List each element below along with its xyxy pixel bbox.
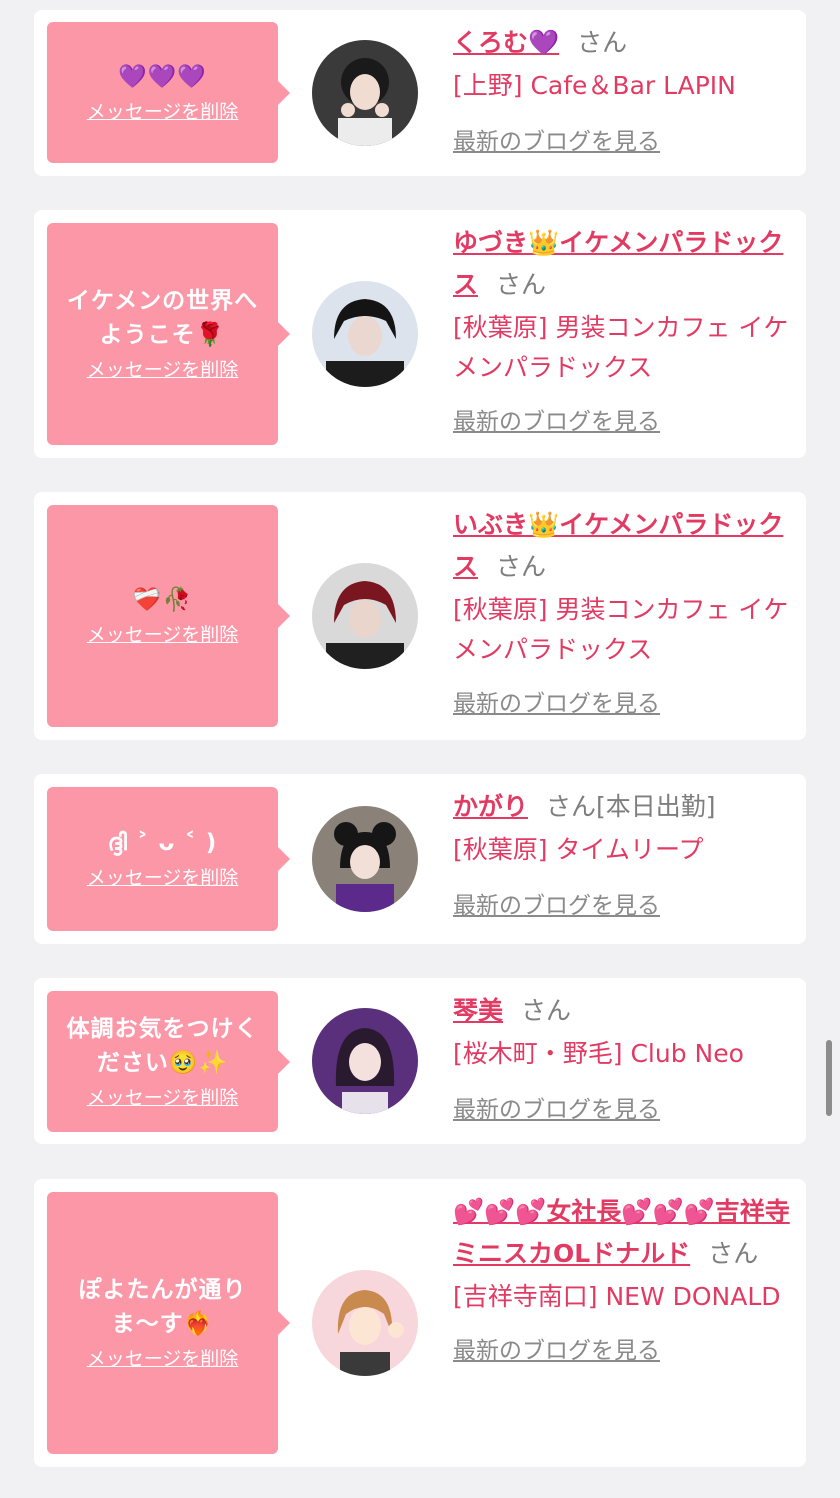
shop-label: [桜木町・野毛] Club Neo bbox=[453, 1039, 744, 1068]
latest-blog-link[interactable]: 最新のブログを見る bbox=[453, 886, 660, 920]
shop-label: [吉祥寺南口] NEW DONALD bbox=[453, 1282, 781, 1311]
message-bubble: 体調お気をつけください🥹✨ メッセージを削除 bbox=[47, 991, 290, 1132]
shop-label: [秋葉原] 男装コンカフェ イケメンパラドックス bbox=[453, 313, 789, 382]
cast-name-link[interactable]: かがり bbox=[453, 792, 528, 821]
cast-info: 💕💕💕女社長💕💕💕吉祥寺ミニスカOLドナルド さん [吉祥寺南口] NEW DON… bbox=[453, 1191, 798, 1365]
message-bubble: ❤️‍🩹🥀 メッセージを削除 bbox=[47, 505, 290, 727]
san-suffix: さん bbox=[708, 1239, 759, 1268]
latest-blog-link[interactable]: 最新のブログを見る bbox=[453, 402, 660, 436]
message-bubble: ぽよたんが通りま〜す❤️‍🔥 メッセージを削除 bbox=[47, 1192, 290, 1454]
message-card: ぽよたんが通りま〜す❤️‍🔥 メッセージを削除 💕💕💕女社長💕💕💕吉祥寺ミニスカ… bbox=[34, 1179, 806, 1467]
delete-message-link[interactable]: メッセージを削除 bbox=[87, 356, 239, 384]
message-bubble: イケメンの世界へようこそ🌹 メッセージを削除 bbox=[47, 223, 290, 445]
san-suffix: さん bbox=[546, 792, 597, 821]
delete-message-link[interactable]: メッセージを削除 bbox=[87, 864, 239, 892]
cast-name-link[interactable]: 琴美 bbox=[453, 996, 503, 1025]
name-line: かがり さん[本日出勤] bbox=[453, 786, 798, 828]
avatar[interactable] bbox=[312, 40, 418, 146]
message-card: ദ്ദി ˃ ᴗ ˂ ) メッセージを削除 かがり さん[本日出勤] [秋葉原] … bbox=[34, 774, 806, 944]
shop-label: [秋葉原] タイムリープ bbox=[453, 835, 704, 864]
san-suffix: さん bbox=[496, 270, 547, 299]
name-line: ゆづき👑イケメンパラドックス さん bbox=[453, 222, 798, 306]
message-text: イケメンの世界へようこそ🌹 bbox=[66, 288, 259, 348]
message-bubble: 💜💜💜 メッセージを削除 bbox=[47, 22, 290, 163]
latest-blog-link[interactable]: 最新のブログを見る bbox=[453, 122, 660, 156]
san-suffix: さん bbox=[577, 28, 628, 57]
san-suffix: さん bbox=[496, 552, 547, 581]
message-text: 体調お気をつけください🥹✨ bbox=[66, 1015, 259, 1076]
message-card: ❤️‍🩹🥀 メッセージを削除 いぶき👑イケメンパラドックス さん [秋葉原] 男装… bbox=[34, 492, 806, 740]
name-line: 琴美 さん bbox=[453, 990, 798, 1032]
avatar[interactable] bbox=[312, 1008, 418, 1114]
name-line: 💕💕💕女社長💕💕💕吉祥寺ミニスカOLドナルド さん bbox=[453, 1191, 798, 1275]
delete-message-link[interactable]: メッセージを削除 bbox=[87, 1084, 239, 1112]
delete-message-link[interactable]: メッセージを削除 bbox=[87, 98, 239, 126]
latest-blog-link[interactable]: 最新のブログを見る bbox=[453, 1331, 660, 1365]
latest-blog-link[interactable]: 最新のブログを見る bbox=[453, 684, 660, 718]
message-card: イケメンの世界へようこそ🌹 メッセージを削除 ゆづき👑イケメンパラドックス さん … bbox=[34, 210, 806, 458]
cast-info: くろむ💜 さん [上野] Cafe＆Bar LAPIN 最新のブログを見る bbox=[453, 22, 798, 156]
avatar[interactable] bbox=[312, 563, 418, 669]
delete-message-link[interactable]: メッセージを削除 bbox=[87, 1345, 239, 1373]
message-text: ദ്ദി ˃ ᴗ ˂ ) bbox=[107, 830, 218, 856]
delete-message-link[interactable]: メッセージを削除 bbox=[87, 621, 239, 649]
cast-info: ゆづき👑イケメンパラドックス さん [秋葉原] 男装コンカフェ イケメンパラドック… bbox=[453, 222, 798, 436]
avatar[interactable] bbox=[312, 1270, 418, 1376]
avatar[interactable] bbox=[312, 281, 418, 387]
message-text: ❤️‍🩹🥀 bbox=[132, 587, 193, 613]
cast-info: 琴美 さん [桜木町・野毛] Club Neo 最新のブログを見る bbox=[453, 990, 798, 1124]
scrollbar[interactable] bbox=[826, 1040, 832, 1116]
message-bubble: ദ്ദി ˃ ᴗ ˂ ) メッセージを削除 bbox=[47, 787, 290, 931]
cast-info: いぶき👑イケメンパラドックス さん [秋葉原] 男装コンカフェ イケメンパラドック… bbox=[453, 504, 798, 718]
san-suffix: さん bbox=[521, 996, 572, 1025]
message-card: 体調お気をつけください🥹✨ メッセージを削除 琴美 さん [桜木町・野毛] Clu… bbox=[34, 978, 806, 1144]
shop-label: [秋葉原] 男装コンカフェ イケメンパラドックス bbox=[453, 595, 789, 664]
status-badge: [本日出勤] bbox=[596, 792, 716, 821]
message-card: 💜💜💜 メッセージを削除 くろむ💜 さん [上野] Cafe＆Bar LAPIN … bbox=[34, 10, 806, 176]
cast-name-link[interactable]: くろむ💜 bbox=[453, 28, 559, 57]
message-text: ぽよたんが通りま〜す❤️‍🔥 bbox=[78, 1277, 247, 1337]
avatar[interactable] bbox=[312, 806, 418, 912]
name-line: くろむ💜 さん bbox=[453, 22, 798, 64]
cast-info: かがり さん[本日出勤] [秋葉原] タイムリープ 最新のブログを見る bbox=[453, 786, 798, 920]
message-text: 💜💜💜 bbox=[118, 63, 207, 90]
latest-blog-link[interactable]: 最新のブログを見る bbox=[453, 1090, 660, 1124]
name-line: いぶき👑イケメンパラドックス さん bbox=[453, 504, 798, 588]
shop-label: [上野] Cafe＆Bar LAPIN bbox=[453, 71, 736, 100]
